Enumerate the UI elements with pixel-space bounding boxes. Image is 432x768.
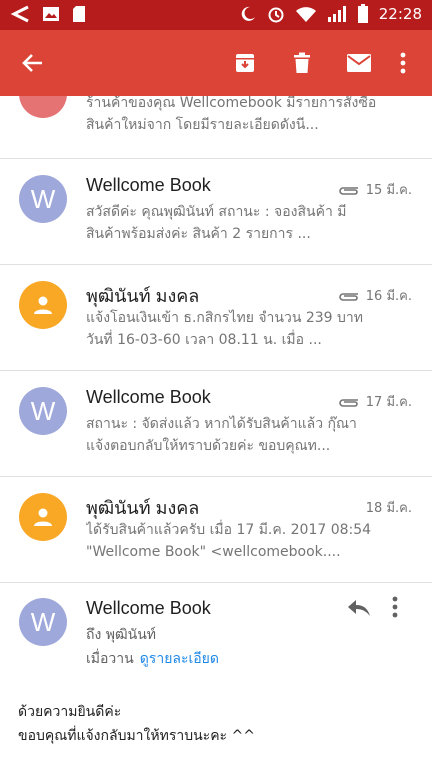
sender-name: พุฒินันท์ มงคล xyxy=(86,498,200,518)
email-meta: 18 มี.ค. xyxy=(366,497,412,518)
status-bar: 22:28 xyxy=(0,0,432,30)
reply-button[interactable] xyxy=(346,598,374,622)
email-row[interactable]: พุฒินันท์ มงคล 18 มี.ค. ได้รับสินค้าแล้ว… xyxy=(0,477,432,583)
email-snippet: ร้านค้าของคุณ Wellcomebook มีรายการสั่งซ… xyxy=(86,96,377,133)
alarm-icon xyxy=(268,7,284,23)
person-icon xyxy=(34,508,52,526)
email-thread-list: ร้านค้าของคุณ Wellcomebook มีรายการสั่งซ… xyxy=(0,96,432,583)
email-date: 16 มี.ค. xyxy=(365,289,412,304)
avatar xyxy=(19,493,67,541)
person-icon xyxy=(34,296,52,314)
message-detail: W Wellcome Book ถึง พุฒินันท์ เมื่อวาน ดู… xyxy=(0,580,432,768)
email-snippet: สวัสดีค่ะ คุณพุฒินันท์ สถานะ : จองสินค้า… xyxy=(86,204,347,242)
message-date: เมื่อวาน xyxy=(86,651,134,667)
sender-name: Wellcome Book xyxy=(86,387,211,407)
avatar xyxy=(19,281,67,329)
email-row[interactable]: W Wellcome Book 15 มี.ค. สวัสดีค่ะ คุณพุ… xyxy=(0,159,432,265)
message-time: เมื่อวาน ดูรายละเอียด xyxy=(86,648,219,670)
avatar: W xyxy=(19,387,67,435)
email-row[interactable]: W Wellcome Book 17 มี.ค. สถานะ : จัดส่งแ… xyxy=(0,371,432,477)
body-line: ด้วยความยินดีค่ะ xyxy=(18,704,122,720)
back-arrow-notification-icon xyxy=(10,5,29,23)
email-date: 17 มี.ค. xyxy=(365,395,412,410)
delete-icon xyxy=(294,52,310,73)
message-more-button[interactable] xyxy=(392,596,412,622)
more-options-button[interactable] xyxy=(387,47,419,79)
email-date: 15 มี.ค. xyxy=(365,183,412,198)
sender-name: Wellcome Book xyxy=(86,175,211,195)
back-button[interactable] xyxy=(16,47,48,79)
archive-button[interactable] xyxy=(229,47,261,79)
toolbar xyxy=(0,30,432,96)
email-row[interactable]: พุฒินันท์ มงคล 16 มี.ค. แจ้งโอนเงินเข้า … xyxy=(0,265,432,371)
avatar: W xyxy=(19,598,67,646)
email-meta: 16 มี.ค. xyxy=(338,285,412,306)
sender-name: พุฒินันท์ มงคล xyxy=(86,286,200,306)
status-time: 22:28 xyxy=(378,5,422,23)
attachment-icon xyxy=(339,186,358,195)
sd-card-icon xyxy=(73,6,85,22)
archive-icon xyxy=(236,54,254,72)
image-notification-icon xyxy=(43,7,59,21)
email-date: 18 มี.ค. xyxy=(365,501,412,516)
attachment-icon xyxy=(339,398,358,407)
avatar xyxy=(19,96,67,118)
view-details-link[interactable]: ดูรายละเอียด xyxy=(140,651,219,667)
mail-icon xyxy=(347,54,371,72)
message-body: ด้วยความยินดีค่ะ ขอบคุณที่แจ้งกลับมาให้ท… xyxy=(18,700,255,748)
back-icon xyxy=(22,54,42,72)
more-icon xyxy=(400,52,406,74)
body-line: ขอบคุณที่แจ้งกลับมาให้ทราบนะคะ ^^ xyxy=(18,728,255,744)
moon-icon xyxy=(241,6,255,21)
email-snippet: สถานะ : จัดส่งแล้ว หากได้รับสินค้าแล้ว ก… xyxy=(86,416,357,454)
reply-icon xyxy=(348,600,370,616)
wifi-icon xyxy=(295,7,316,22)
email-meta: 17 มี.ค. xyxy=(338,391,412,412)
avatar: W xyxy=(19,175,67,223)
sender-name: Wellcome Book xyxy=(86,598,211,618)
email-snippet: แจ้งโอนเงินเข้า ธ.กสิกรไทย จำนวน 239 บาท… xyxy=(86,310,364,348)
recipient-line: ถึง พุฒินันท์ xyxy=(86,627,157,643)
signal-icon xyxy=(327,6,346,22)
battery-icon xyxy=(357,4,368,23)
email-meta: 15 มี.ค. xyxy=(338,179,412,200)
email-row-partial[interactable]: ร้านค้าของคุณ Wellcomebook มีรายการสั่งซ… xyxy=(0,96,432,159)
mark-unread-button[interactable] xyxy=(343,47,375,79)
email-snippet: ได้รับสินค้าแล้วครับ เมื่อ 17 มี.ค. 2017… xyxy=(86,522,372,560)
delete-button[interactable] xyxy=(286,47,318,79)
attachment-icon xyxy=(339,292,358,301)
more-icon xyxy=(392,596,398,618)
